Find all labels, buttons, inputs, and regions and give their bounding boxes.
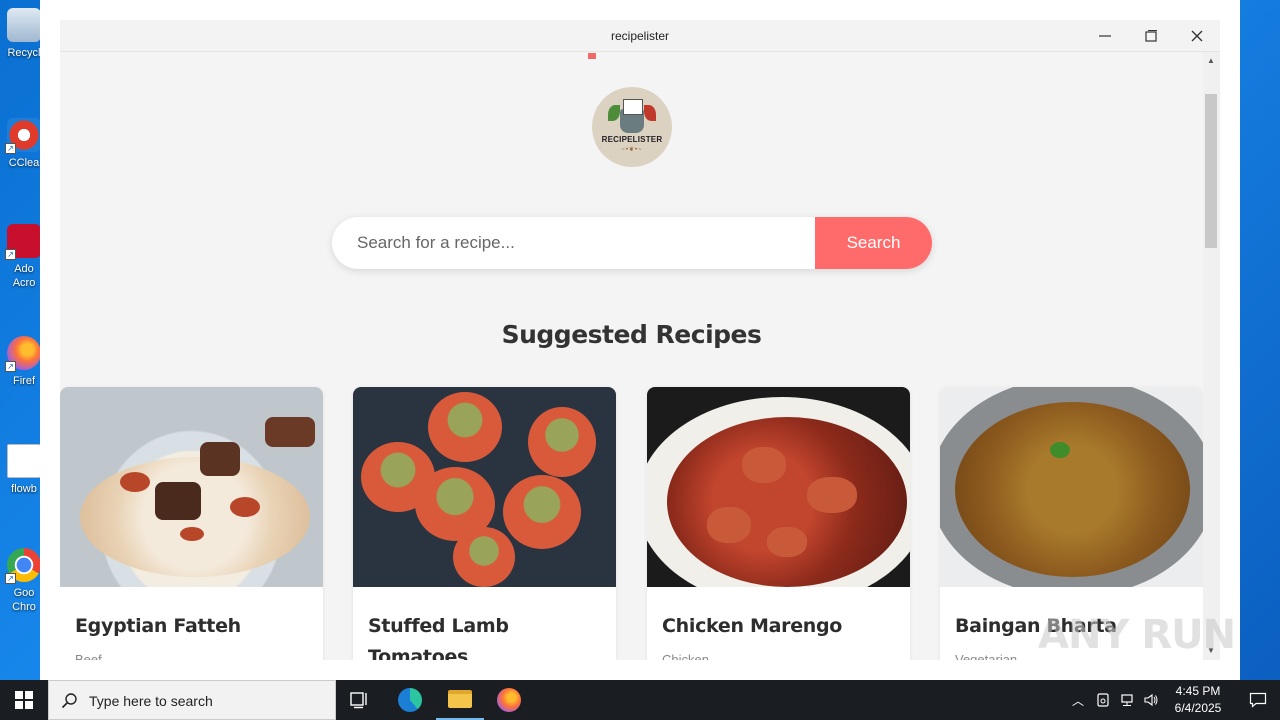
search-icon [61,693,77,709]
shortcut-arrow-icon: ↗ [5,573,16,584]
ccleaner-icon: ↗ [5,118,41,154]
maximize-button[interactable] [1128,20,1174,52]
minimize-icon [1099,35,1111,37]
recipe-card[interactable]: Egyptian Fatteh Beef [60,387,323,660]
pepper-icon [644,105,656,121]
taskbar-clock[interactable]: 4:45 PM 6/4/2025 [1160,683,1236,717]
window-title: recipelister [610,29,670,43]
recycle-bin-icon [7,8,41,42]
task-view-icon [350,692,367,709]
recipe-image [647,387,910,587]
recipe-image [60,387,323,587]
minimize-button[interactable] [1082,20,1128,52]
recipe-name: Egyptian Fatteh [75,615,241,637]
recipe-name: Stuffed Lamb Tomatoes [368,615,509,660]
shortcut-arrow-icon: ↗ [5,361,16,372]
shortcut-arrow-icon: ↗ [5,249,16,260]
recipe-category: Beef [75,652,102,660]
search-button[interactable]: Search [815,217,932,269]
search-input[interactable] [332,217,815,269]
recipe-name: Chicken Marengo [662,615,843,637]
logo-decoration: ~•❦•~ [621,147,643,153]
edge-icon [398,688,422,712]
start-button[interactable] [0,680,48,720]
desktop-icon-label: Goo Chro [12,587,36,613]
tray-network-icon[interactable] [1116,680,1138,720]
recipe-image [940,387,1203,587]
tray-device-icon[interactable] [1093,680,1113,720]
firefox-icon [497,688,521,712]
maximize-icon [1145,30,1157,42]
recipelister-logo[interactable]: RECIPELISTER ~•❦•~ [592,87,672,167]
taskbar-file-explorer[interactable] [436,680,484,720]
device-icon [1097,693,1109,707]
firefox-icon: ↗ [5,336,41,372]
scroll-up-arrow-icon[interactable]: ▲ [1206,56,1216,66]
speaker-icon [1144,693,1158,707]
desktop-icon-label: Ado Acro [12,263,36,289]
task-view-button[interactable] [336,680,384,720]
notification-center-button[interactable] [1236,680,1280,720]
taskbar-edge[interactable] [386,680,434,720]
taskbar-firefox[interactable] [485,680,533,720]
logo-text: RECIPELISTER [601,135,663,144]
adobe-acrobat-icon: ↗ [5,224,41,260]
section-title: Suggested Recipes [501,320,762,349]
taskbar-search-placeholder: Type here to search [89,693,213,709]
recipe-category: Vegetarian [955,652,1018,660]
chevron-up-icon: ︿ [1071,693,1084,708]
taskbar: Type here to search ︿ 4:45 PM 6/4/2025 [0,680,1280,720]
clock-date: 6/4/2025 [1174,701,1222,715]
loading-indicator [588,53,596,59]
recipe-card[interactable]: Stuffed Lamb Tomatoes [353,387,616,660]
windows-logo-icon [15,691,33,709]
network-icon [1121,694,1133,706]
notification-icon [1249,692,1267,708]
chrome-icon: ↗ [5,548,41,584]
folder-icon [448,690,472,708]
taskbar-search-box[interactable]: Type here to search [48,680,336,720]
show-hidden-icons-button[interactable]: ︿ [1068,680,1088,720]
vertical-scrollbar[interactable]: ▲ ▼ [1203,52,1220,660]
page-content: RECIPELISTER ~•❦•~ Search Suggested Reci… [60,52,1203,660]
recipe-card[interactable]: Chicken Marengo Chicken [647,387,910,660]
shortcut-arrow-icon: ↗ [5,143,16,154]
recipe-category: Chicken [662,652,709,660]
scrollbar-thumb[interactable] [1205,94,1217,248]
close-icon [1191,30,1203,42]
watermark: ANY RUN [1038,612,1236,658]
recipe-image [353,387,616,587]
tray-volume-icon[interactable] [1140,680,1162,720]
close-button[interactable] [1174,20,1220,52]
cooking-pot-icon [620,99,644,133]
clock-time: 4:45 PM [1175,684,1221,698]
title-bar[interactable]: recipelister [60,20,1220,52]
search-bar: Search [332,217,932,269]
recipelister-window: recipelister RECIPELISTER ~•❦•~ Search f… [60,20,1220,660]
image-file-icon [7,444,41,478]
app-window-frame: recipelister RECIPELISTER ~•❦•~ Search f… [40,0,1240,680]
leaf-icon [608,105,620,121]
